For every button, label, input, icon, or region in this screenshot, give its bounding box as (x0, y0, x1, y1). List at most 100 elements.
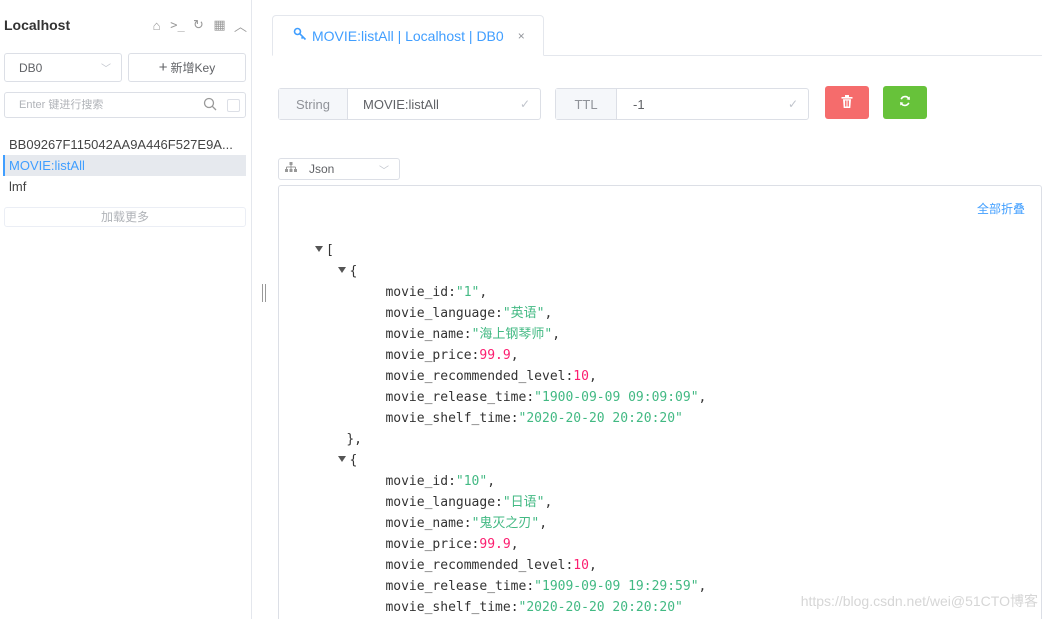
json-string-value: "10" (455, 474, 488, 489)
json-key: movie_id (385, 474, 449, 489)
db-select-value: DB0 (19, 60, 43, 75)
ttl-label: TTL (556, 89, 617, 119)
add-key-button[interactable]: + 新增Key (128, 53, 246, 82)
check-icon[interactable]: ✓ (520, 97, 530, 111)
json-key: movie_shelf_time (385, 600, 511, 615)
delete-key-button[interactable] (825, 86, 869, 119)
collapse-arrow-icon[interactable] (315, 246, 323, 252)
json-string-value: "海上钢琴师" (471, 327, 553, 342)
key-search-input[interactable] (19, 99, 189, 111)
json-comma: , (487, 474, 496, 489)
key-list-item-selected[interactable]: MOVIE:listAll (3, 155, 246, 176)
json-string-value: "1909-09-09 19:29:59" (534, 579, 699, 594)
json-colon: : (526, 390, 535, 405)
json-comma: , (510, 348, 519, 363)
ttl-group: TTL -1 ✓ (555, 88, 809, 120)
json-string-value: "2020-20-20 20:20:20" (518, 600, 683, 615)
json-number-value: 10 (573, 369, 589, 384)
json-field: movie_language:"日语", (315, 492, 706, 513)
json-field: movie_language:"英语", (315, 303, 706, 324)
json-root-line: [ (315, 240, 706, 261)
connection-header: Localhost ⌂ >_ ↻ ▦ ︿ (4, 14, 248, 36)
json-key: movie_name (385, 327, 464, 342)
tab-label: MOVIE:listAll | Localhost | DB0 (312, 27, 504, 44)
json-number-value: 99.9 (479, 537, 511, 552)
json-colon: : (463, 327, 472, 342)
json-key: movie_price (385, 348, 472, 363)
json-field: movie_price:99.9, (315, 345, 706, 366)
json-open-brace: { (349, 264, 358, 279)
watermark: https://blog.csdn.net/wei@51CTO博客 (800, 593, 1038, 609)
refresh-key-button[interactable] (883, 86, 927, 119)
json-field: movie_release_time:"1900-09-09 09:09:09"… (315, 387, 706, 408)
json-key: movie_recommended_level (385, 369, 566, 384)
json-number-value: 10 (573, 558, 589, 573)
json-string-value: "1" (455, 285, 480, 300)
key-name-field[interactable]: MOVIE:listAll ✓ (348, 89, 540, 119)
add-key-label: 新增Key (170, 61, 216, 75)
json-tree: [ { movie_id:"1", movie_language:"英语", m… (315, 240, 706, 618)
connection-actions: ⌂ >_ ↻ ▦ ︿ (149, 16, 248, 35)
connection-title: Localhost (4, 17, 71, 33)
json-string-value: "鬼灭之刃" (471, 516, 540, 531)
json-colon: : (448, 285, 456, 300)
json-field: movie_name:"海上钢琴师", (315, 324, 706, 345)
grid-icon[interactable]: ▦ (212, 17, 227, 33)
db-select[interactable]: DB0 ﹀ (4, 53, 122, 82)
json-string-value: "日语" (502, 495, 545, 510)
key-list-item[interactable]: lmf (3, 176, 246, 197)
check-icon[interactable]: ✓ (788, 97, 798, 111)
json-colon: : (463, 516, 472, 531)
json-comma: , (539, 516, 548, 531)
json-comma: , (698, 579, 707, 594)
json-comma: , (544, 306, 553, 321)
json-comma: , (479, 285, 488, 300)
json-colon: : (495, 306, 503, 321)
json-object-open: { (315, 450, 706, 471)
json-string-value: "2020-20-20 20:20:20" (518, 411, 683, 426)
terminal-icon[interactable]: >_ (170, 18, 185, 32)
tab-movie-listall[interactable]: MOVIE:listAll | Localhost | DB0 × (272, 15, 544, 56)
json-colon: : (510, 600, 519, 615)
json-object-open: { (315, 261, 706, 282)
key-list: BB09267F115042AA9A446F527E9A... MOVIE:li… (3, 134, 246, 197)
home-icon[interactable]: ⌂ (149, 18, 164, 33)
json-comma: , (510, 537, 519, 552)
chevron-down-icon: ﹀ (379, 165, 389, 177)
json-key: movie_shelf_time (385, 411, 511, 426)
key-name-group: String MOVIE:listAll ✓ (278, 88, 541, 120)
json-comma: , (588, 558, 597, 573)
view-format-select[interactable]: Json ﹀ (278, 158, 400, 180)
chevron-up-icon[interactable]: ︿ (233, 16, 248, 35)
close-icon[interactable]: × (518, 29, 525, 43)
search-icon[interactable] (203, 97, 217, 114)
json-open-bracket: [ (326, 243, 334, 258)
json-close-brace: }, (346, 432, 362, 447)
key-search-box (4, 92, 246, 118)
load-more-button[interactable]: 加载更多 (4, 207, 246, 227)
json-string-value: "1900-09-09 09:09:09" (534, 390, 699, 405)
ttl-field[interactable]: -1 ✓ (617, 89, 808, 119)
collapse-arrow-icon[interactable] (338, 267, 347, 273)
json-key: movie_release_time (385, 390, 527, 405)
key-type-label: String (279, 89, 348, 119)
json-key: movie_release_time (385, 579, 527, 594)
collapse-all-link[interactable]: 全部折叠 (977, 200, 1025, 217)
key-list-item[interactable]: BB09267F115042AA9A446F527E9A... (3, 134, 246, 155)
json-field: movie_name:"鬼灭之刃", (315, 513, 706, 534)
exact-search-checkbox[interactable] (227, 99, 240, 112)
view-format-value: Json (309, 162, 335, 176)
resize-handle[interactable] (262, 284, 266, 302)
trash-icon (841, 94, 853, 111)
json-field: movie_shelf_time:"2020-20-20 20:20:20" (315, 408, 706, 429)
key-name-value: MOVIE:listAll (363, 96, 439, 112)
json-field: movie_recommended_level:10, (315, 555, 706, 576)
json-key: movie_recommended_level (385, 558, 566, 573)
refresh-icon[interactable]: ↻ (191, 17, 206, 33)
ttl-value: -1 (633, 96, 645, 112)
sidebar: Localhost ⌂ >_ ↻ ▦ ︿ DB0 ﹀ + 新增Key BB092… (0, 0, 252, 619)
collapse-arrow-icon[interactable] (338, 456, 347, 462)
json-viewer: 全部折叠 [ { movie_id:"1", movie_language:"英… (278, 185, 1042, 619)
json-open-brace: { (349, 453, 358, 468)
refresh-icon (899, 95, 911, 110)
